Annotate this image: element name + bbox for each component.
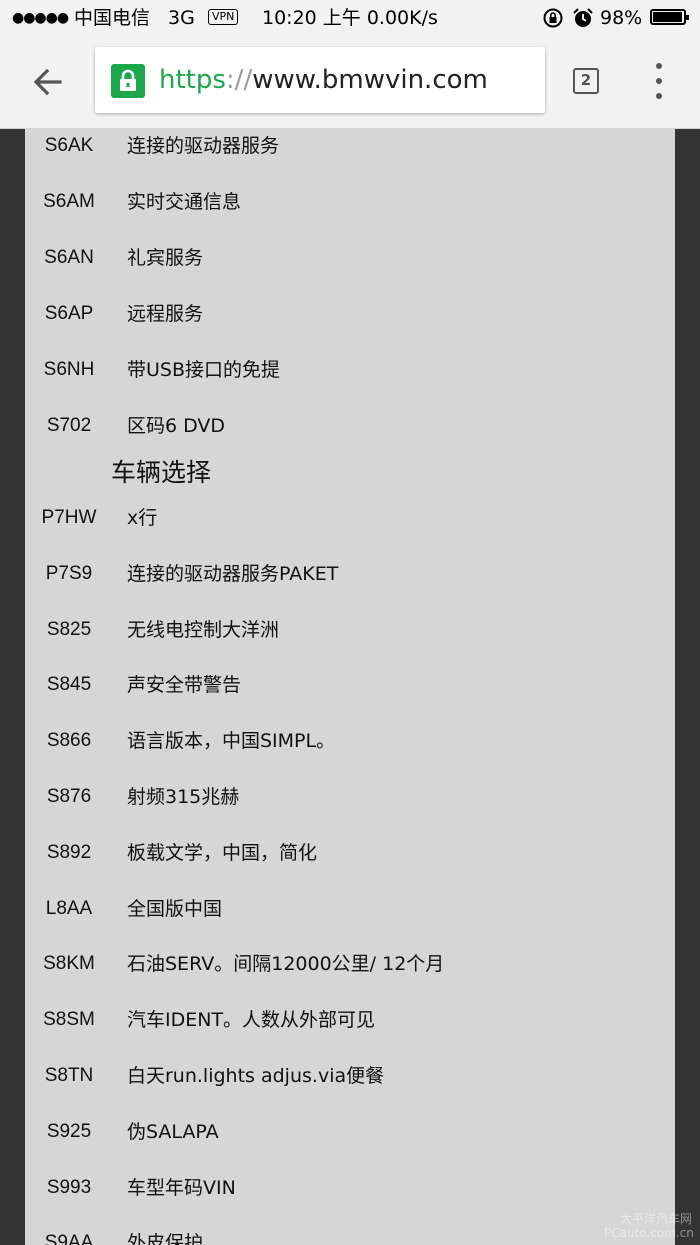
option-description: x行 bbox=[127, 507, 158, 529]
option-description: 连接的驱动器服务 bbox=[127, 135, 280, 157]
option-code: L8AA bbox=[45, 897, 93, 919]
list-item: S8SM 汽车IDENT。人数从外部可见 bbox=[25, 1002, 675, 1042]
watermark: 太平洋汽车网 PCauto.com.cn bbox=[604, 1212, 694, 1240]
option-code: S993 bbox=[46, 1176, 92, 1198]
list-item: S6AK 连接的驱动器服务 bbox=[25, 128, 675, 168]
list-item: S9AA 外皮保护 bbox=[25, 1225, 675, 1245]
section-heading: 车辆选择 bbox=[111, 458, 212, 487]
list-item: S845 声安全带警告 bbox=[25, 667, 675, 707]
option-code: P7S9 bbox=[45, 562, 93, 584]
option-code: S6NH bbox=[43, 358, 95, 380]
option-code: S845 bbox=[46, 674, 92, 696]
option-code: S892 bbox=[46, 841, 92, 863]
option-description: 射频315兆赫 bbox=[127, 786, 240, 808]
list-item: S8TN 白天run.lights adjus.via便餐 bbox=[25, 1058, 675, 1098]
option-description: 石油SERV。间隔12000公里/ 12个月 bbox=[127, 953, 445, 976]
option-description: 板载文学，中国，简化 bbox=[127, 841, 318, 864]
back-arrow-icon bbox=[33, 68, 62, 96]
option-code: S6AM bbox=[43, 190, 95, 212]
option-description: 全国版中国 bbox=[127, 897, 223, 920]
option-code: P7HW bbox=[41, 507, 97, 528]
network-type: 3G bbox=[168, 7, 195, 29]
option-code: S876 bbox=[46, 786, 92, 807]
url-separator: :// bbox=[225, 65, 253, 95]
lock-icon bbox=[111, 64, 145, 98]
list-item: S825 无线电控制大洋洲 bbox=[25, 612, 675, 652]
option-description: 带USB接口的免提 bbox=[127, 358, 281, 381]
list-item: S6AM 实时交通信息 bbox=[25, 184, 675, 224]
overflow-menu-icon[interactable] bbox=[648, 63, 670, 99]
option-description: 语言版本，中国SIMPL。 bbox=[127, 730, 336, 753]
vpn-badge: VPN bbox=[208, 9, 239, 25]
rotation-lock-icon bbox=[542, 7, 564, 34]
list-item: S8KM 石油SERV。间隔12000公里/ 12个月 bbox=[25, 946, 675, 986]
url-host: www.bmwvin.com bbox=[252, 65, 488, 95]
option-code: S9AA bbox=[44, 1232, 94, 1245]
list-item: S6NH 带USB接口的免提 bbox=[25, 352, 675, 392]
watermark-line-1: 太平洋汽车网 bbox=[619, 1212, 692, 1226]
option-list-panel: S6AK 连接的驱动器服务 S6AM 实时交通信息 S6AN 礼宾服务 S6AP 远程服务 S6… bbox=[25, 128, 675, 1245]
option-description: 远程服务 bbox=[127, 302, 204, 325]
url-scheme: https bbox=[159, 65, 226, 95]
option-code: S6AN bbox=[44, 246, 94, 268]
list-item: P7HW x行 bbox=[25, 500, 675, 540]
tabs-icon[interactable]: 2 bbox=[573, 68, 599, 94]
option-description: 白天run.lights adjus.via便餐 bbox=[127, 1065, 385, 1087]
list-item: L8AA 全国版中国 bbox=[25, 891, 675, 931]
list-item: S876 射频315兆赫 bbox=[25, 779, 675, 819]
option-description: 车型年码VIN bbox=[127, 1176, 236, 1199]
list-item: S866 语言版本，中国SIMPL。 bbox=[25, 723, 675, 763]
list-item: S6AP 远程服务 bbox=[25, 296, 675, 336]
option-code: S866 bbox=[46, 730, 92, 752]
battery-percent: 98% bbox=[600, 7, 643, 29]
option-description: 汽车IDENT。人数从外部可见 bbox=[127, 1009, 376, 1032]
option-code: S6AK bbox=[44, 135, 94, 156]
battery-icon bbox=[650, 9, 689, 25]
option-code: S702 bbox=[46, 414, 92, 436]
list-item: S892 板载文学，中国，简化 bbox=[25, 835, 675, 875]
back-button[interactable] bbox=[28, 62, 68, 102]
list-item: S925 伪SALAPA bbox=[25, 1114, 675, 1154]
option-description: 礼宾服务 bbox=[127, 246, 204, 269]
option-code: S6AP bbox=[44, 302, 94, 324]
watermark-line-2: PCauto.com.cn bbox=[604, 1226, 694, 1240]
list-item: S702 区码6 DVD bbox=[25, 408, 675, 448]
option-description: 实时交通信息 bbox=[127, 190, 242, 213]
alarm-icon bbox=[572, 7, 594, 34]
option-description: 声安全带警告 bbox=[127, 674, 242, 697]
url-text[interactable]: https://www.bmwvin.com bbox=[159, 64, 488, 96]
option-code: S8KM bbox=[43, 953, 95, 975]
status-time: 10:20 上午 0.00K/s bbox=[262, 7, 438, 29]
option-code: S825 bbox=[46, 618, 92, 640]
list-item: S993 车型年码VIN bbox=[25, 1170, 675, 1210]
option-code: S925 bbox=[46, 1120, 92, 1142]
option-description: 无线电控制大洋洲 bbox=[127, 618, 280, 641]
option-description: 外皮保护 bbox=[127, 1232, 204, 1245]
list-item: S6AN 礼宾服务 bbox=[25, 240, 675, 280]
option-code: S8SM bbox=[43, 1009, 95, 1031]
option-description: 区码6 DVD bbox=[127, 414, 226, 437]
address-bar[interactable]: https://www.bmwvin.com bbox=[95, 47, 545, 113]
option-code: S8TN bbox=[44, 1065, 94, 1086]
option-description: 伪SALAPA bbox=[127, 1120, 219, 1143]
battery-level bbox=[653, 12, 682, 22]
option-description: 连接的驱动器服务PAKET bbox=[127, 562, 339, 585]
signal-strength-icon: ●●●●● bbox=[12, 10, 69, 26]
carrier-name: 中国电信 bbox=[74, 7, 151, 29]
list-item: P7S9 连接的驱动器服务PAKET bbox=[25, 556, 675, 596]
browser-toolbar: https://www.bmwvin.com 2 bbox=[0, 36, 700, 129]
status-bar: ●●●●● 中国电信 3G VPN 10:20 上午 0.00K/s 98% bbox=[0, 0, 700, 36]
